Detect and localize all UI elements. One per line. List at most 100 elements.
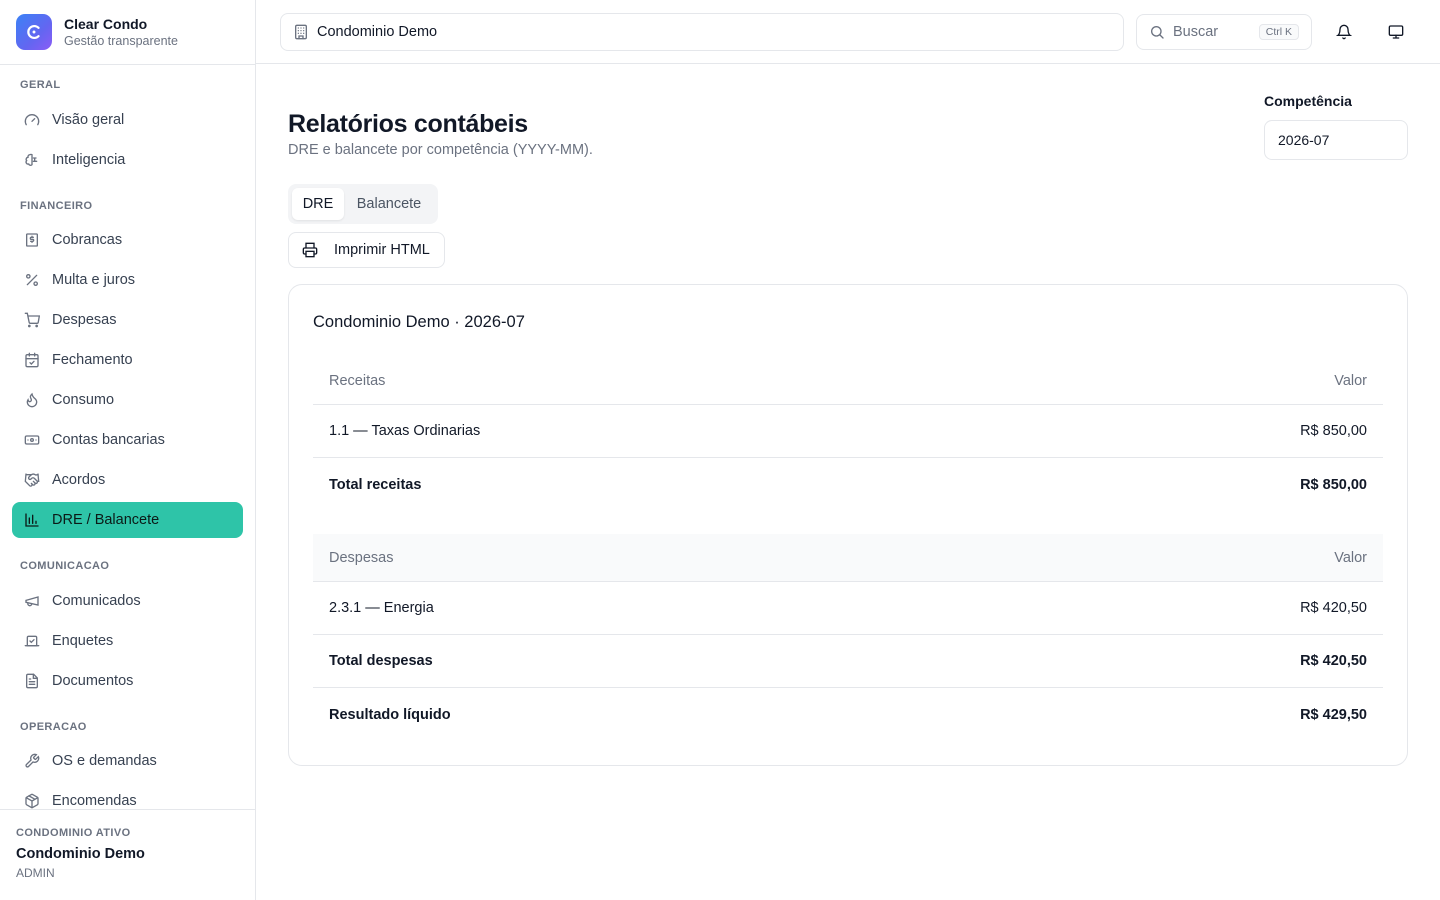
sidebar-item-despesas[interactable]: Despesas: [12, 302, 243, 338]
sidebar-item-label: Visão geral: [52, 112, 125, 128]
topbar: Condominio Demo Buscar Ctrl K: [256, 0, 1440, 64]
page-title: Relatórios contábeis: [288, 110, 528, 138]
print-html-button[interactable]: Imprimir HTML: [288, 232, 445, 268]
sidebar-item-visao-geral[interactable]: Visão geral: [12, 102, 243, 138]
despesas-total-row: Total despesas R$ 420,50: [313, 635, 1383, 688]
search-input[interactable]: Buscar Ctrl K: [1136, 14, 1312, 50]
receitas-table: Receitas Valor 1.1 — Taxas Ordinarias R$…: [313, 357, 1383, 511]
section-label-financeiro: FINANCEIRO: [20, 200, 93, 212]
report-tabs: DRE Balancete: [288, 184, 438, 224]
wrench-icon: [24, 753, 40, 769]
resultado-value: R$ 429,50: [1300, 706, 1367, 723]
sidebar-item-consumo[interactable]: Consumo: [12, 382, 243, 418]
sidebar-item-label: Enquetes: [52, 633, 114, 649]
sidebar-item-label: Multa e juros: [52, 272, 136, 288]
monitor-icon: [1388, 24, 1404, 40]
total-label: Total despesas: [329, 653, 433, 669]
search-shortcut-badge: Ctrl K: [1258, 24, 1299, 40]
section-label-comunicacao: COMUNICACAO: [20, 560, 110, 572]
main-content: Relatórios contábeis DRE e balancete por…: [256, 64, 1440, 900]
building-icon: [293, 24, 309, 40]
print-html-label: Imprimir HTML: [334, 242, 430, 258]
sidebar-item-os-demandas[interactable]: OS e demandas: [12, 743, 243, 779]
file-text-icon: [24, 673, 40, 689]
condo-selector[interactable]: Condominio Demo: [280, 13, 1124, 51]
sidebar-item-cobrancas[interactable]: Cobrancas: [12, 222, 243, 258]
account-value: R$ 850,00: [1300, 423, 1367, 439]
active-condo-panel: CONDOMINIO ATIVO Condominio Demo ADMIN: [0, 809, 255, 900]
percent-icon: [24, 272, 40, 288]
account-value: R$ 420,50: [1300, 600, 1367, 616]
sidebar-item-multa-juros[interactable]: Multa e juros: [12, 262, 243, 298]
dre-report-card: Condominio Demo · 2026-07 Receitas Valor…: [288, 284, 1408, 766]
sidebar-item-label: Documentos: [52, 673, 134, 689]
brain-icon: [24, 152, 40, 168]
sidebar-item-label: Cobrancas: [52, 232, 123, 248]
clear-condo-logo-icon: [16, 14, 52, 50]
sidebar-item-fechamento[interactable]: Fechamento: [12, 342, 243, 378]
sidebar-item-contas-bancarias[interactable]: Contas bancarias: [12, 422, 243, 458]
despesas-header-row: Despesas Valor: [313, 534, 1383, 582]
sidebar-item-label: Consumo: [52, 392, 115, 408]
active-condo-label: CONDOMINIO ATIVO: [16, 827, 131, 839]
receitas-value-header: Valor: [1334, 372, 1367, 389]
search-placeholder: Buscar: [1173, 24, 1219, 40]
sidebar-item-label: Contas bancarias: [52, 432, 165, 448]
flame-icon: [24, 392, 40, 408]
despesas-table: Despesas Valor 2.3.1 — Energia R$ 420,50…: [313, 534, 1383, 741]
package-icon: [24, 793, 40, 809]
cart-icon: [24, 312, 40, 328]
megaphone-icon: [24, 593, 40, 609]
total-label: Total receitas: [329, 476, 422, 493]
receitas-header-row: Receitas Valor: [313, 357, 1383, 405]
sidebar-item-label: Despesas: [52, 312, 117, 328]
sidebar-item-documentos[interactable]: Documentos: [12, 663, 243, 699]
sidebar-item-encomendas[interactable]: Encomendas: [12, 783, 243, 809]
brand-name: Clear Condo: [64, 15, 148, 32]
sidebar-item-dre-balancete[interactable]: DRE / Balancete: [12, 502, 243, 538]
banknote-icon: [24, 432, 40, 448]
sidebar-item-label: Inteligencia: [52, 152, 126, 168]
receitas-total-row: Total receitas R$ 850,00: [313, 458, 1383, 511]
tab-dre[interactable]: DRE: [292, 188, 344, 220]
competencia-input[interactable]: 2026-07: [1264, 120, 1408, 160]
account-label: 1.1 — Taxas Ordinarias: [329, 423, 481, 439]
sidebar-item-acordos[interactable]: Acordos: [12, 462, 243, 498]
calendar-check-icon: [24, 352, 40, 368]
page-subtitle: DRE e balancete por competência (YYYY-MM…: [288, 142, 593, 158]
despesas-header: Despesas: [329, 549, 394, 566]
bar-chart-icon: [24, 512, 40, 528]
tab-balancete[interactable]: Balancete: [344, 188, 434, 220]
sidebar-nav: GERAL Visão geral Inteligencia FINANCEIR…: [0, 65, 255, 809]
sidebar-item-label: Comunicados: [52, 593, 141, 609]
handshake-icon: [24, 472, 40, 488]
sidebar-item-comunicados[interactable]: Comunicados: [12, 583, 243, 619]
total-value: R$ 420,50: [1300, 653, 1367, 669]
theme-toggle-button[interactable]: [1380, 16, 1412, 48]
sidebar-item-label: Encomendas: [52, 793, 137, 809]
sidebar-item-inteligencia[interactable]: Inteligencia: [12, 142, 243, 178]
active-condo-role: ADMIN: [16, 866, 55, 880]
search-icon: [1149, 24, 1165, 40]
brand[interactable]: Clear Condo Gestão transparente: [0, 0, 255, 65]
report-title: Condominio Demo · 2026-07: [313, 313, 525, 331]
section-label-geral: GERAL: [20, 79, 61, 91]
active-condo-name: Condominio Demo: [16, 846, 145, 862]
sidebar-item-enquetes[interactable]: Enquetes: [12, 623, 243, 659]
sidebar-item-label: DRE / Balancete: [52, 512, 160, 528]
bell-icon: [1336, 24, 1352, 40]
sidebar: Clear Condo Gestão transparente GERAL Vi…: [0, 0, 256, 900]
receipt-icon: [24, 232, 40, 248]
total-value: R$ 850,00: [1300, 476, 1367, 493]
table-row: 1.1 — Taxas Ordinarias R$ 850,00: [313, 405, 1383, 458]
notifications-button[interactable]: [1328, 16, 1360, 48]
brand-subtitle: Gestão transparente: [64, 33, 178, 48]
section-label-operacao: OPERACAO: [20, 721, 87, 733]
gauge-icon: [24, 112, 40, 128]
account-label: 2.3.1 — Energia: [329, 600, 434, 616]
vote-icon: [24, 633, 40, 649]
competencia-label: Competência: [1264, 93, 1352, 109]
receitas-header: Receitas: [329, 372, 386, 389]
despesas-value-header: Valor: [1334, 549, 1367, 566]
resultado-liquido-row: Resultado líquido R$ 429,50: [313, 688, 1383, 741]
